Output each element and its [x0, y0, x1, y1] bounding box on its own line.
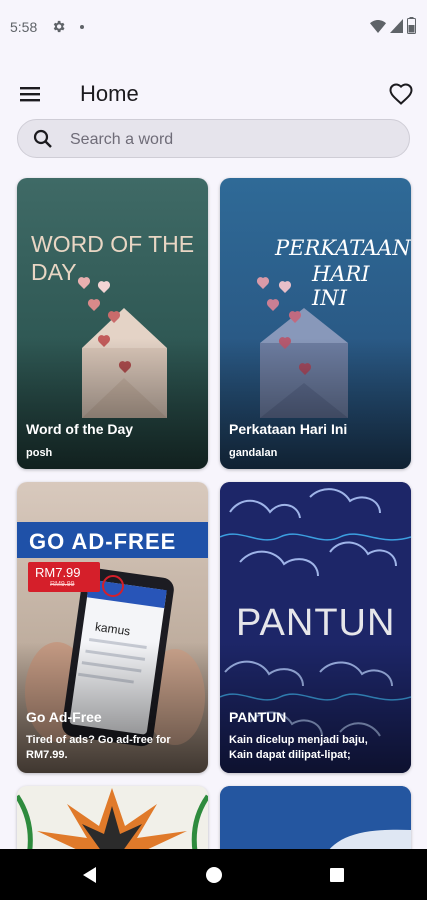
search-icon	[33, 129, 52, 148]
system-navigation-bar	[0, 849, 427, 900]
status-time: 5:58	[10, 19, 38, 35]
cell-signal-icon	[390, 19, 403, 33]
hamburger-menu-icon	[20, 87, 40, 102]
card-subtitle: posh	[26, 447, 53, 459]
price-label: RM7.99	[35, 565, 81, 580]
card-title: Go Ad-Free	[26, 709, 102, 725]
favorites-button[interactable]	[384, 78, 418, 110]
card-perkataan-hari-ini[interactable]: PERKATAAN HARI INI Perkataan Hari Ini ga…	[220, 178, 411, 469]
app-bar: Home	[0, 70, 427, 118]
search-bar[interactable]	[17, 119, 410, 158]
menu-button[interactable]	[12, 78, 50, 110]
recents-icon[interactable]	[327, 865, 347, 885]
search-input[interactable]	[68, 126, 392, 154]
gear-icon	[53, 20, 65, 33]
card-word-of-the-day[interactable]: WORD OF THE DAY Word of the Day posh	[17, 178, 208, 469]
back-icon[interactable]	[80, 865, 100, 885]
card-subtitle-line1: Kain dicelup menjadi baju,	[229, 734, 368, 746]
battery-icon	[407, 17, 416, 34]
card-subtitle-line2: Kain dapat dilipat-lipat;	[229, 749, 351, 761]
card-art-title-line2: HARI INI	[312, 262, 370, 310]
card-title: PANTUN	[229, 709, 287, 725]
old-price-label: RM9.99	[50, 581, 75, 588]
card-art-title: PANTUN	[236, 602, 396, 644]
heart-outline-icon	[389, 83, 413, 105]
card-subtitle: Tired of ads? Go ad-free for RM7.99.	[26, 734, 171, 761]
card-subtitle: gandalan	[229, 447, 278, 459]
card-title: Word of the Day	[26, 421, 134, 437]
ad-free-banner-text: GO AD-FREE	[29, 529, 177, 554]
page-title: Home	[80, 81, 139, 106]
status-bar: 5:58	[0, 0, 427, 56]
home-icon[interactable]	[204, 865, 224, 885]
card-go-ad-free[interactable]: kamus GO AD-FREE RM7.99 RM9.99 Go Ad-Fre…	[17, 482, 208, 773]
card-pantun[interactable]: PANTUN PANTUN Kain dicelup menjadi baju,…	[220, 482, 411, 773]
notification-dot	[80, 25, 84, 29]
card-art-title: WORD OF THE DAY	[31, 231, 195, 285]
card-title: Perkataan Hari Ini	[229, 421, 348, 437]
wifi-icon	[370, 20, 386, 33]
card-art-title-line1: PERKATAAN	[275, 236, 411, 260]
ad-free-banner: GO AD-FREE	[17, 522, 208, 558]
price-tag: RM7.99 RM9.99	[28, 562, 100, 592]
